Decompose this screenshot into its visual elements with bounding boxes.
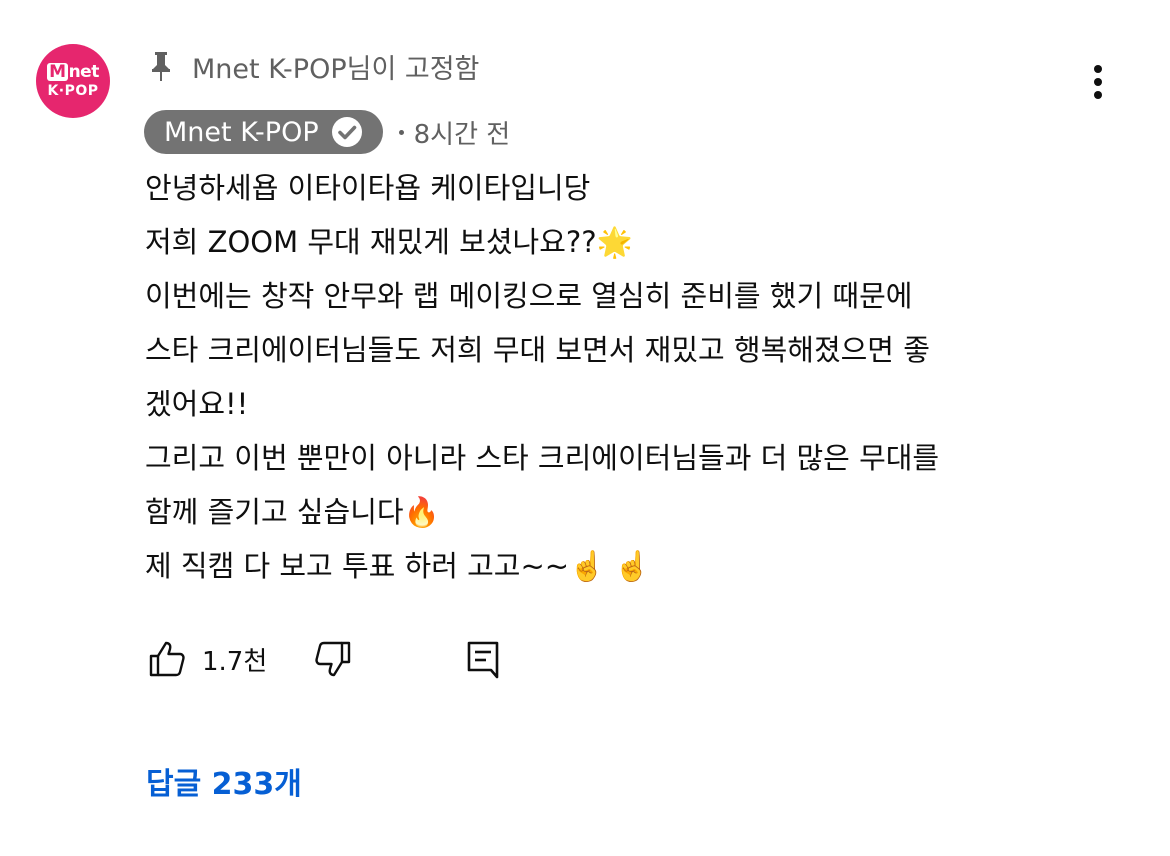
comment-line: 안녕하세욥 이타이타욥 케이타입니당	[145, 171, 591, 205]
author-name: Mnet K-POP	[164, 116, 319, 148]
avatar-logo-top: Mnet	[47, 63, 99, 81]
avatar-logo-bottom: K·POP	[47, 83, 99, 99]
avatar-logo-net: net	[68, 62, 100, 82]
more-options-button[interactable]	[1084, 62, 1112, 102]
channel-avatar[interactable]: Mnet K·POP	[36, 44, 110, 118]
avatar-logo-m: M	[47, 62, 68, 82]
verified-check-icon	[331, 117, 362, 147]
dislike-button[interactable]	[312, 638, 354, 680]
comment-line: 이번에는 창작 안무와 랩 메이킹으로 열심히 준비를 했기 때문에	[145, 279, 913, 313]
separator-dot	[398, 129, 404, 135]
comment-header: Mnet K-POP 8시간 전	[144, 109, 510, 155]
thumbs-down-icon	[315, 641, 351, 677]
more-vertical-icon	[1094, 65, 1102, 99]
like-count: 1.7천	[202, 646, 268, 677]
comment-actions: 1.7천	[146, 634, 504, 684]
comment-text: 안녕하세욥 이타이타욥 케이타입니당 저희 ZOOM 무대 재밌게 보셨나요??…	[145, 161, 1135, 593]
comment-line: 겠어요!!	[145, 387, 249, 421]
view-replies-button[interactable]: 답글 233개	[146, 758, 302, 804]
reply-button[interactable]	[462, 638, 504, 680]
pinned-indicator: Mnet K-POP님이 고정함	[148, 46, 479, 86]
pin-icon	[152, 52, 170, 81]
thumbs-up-icon	[149, 641, 185, 677]
comment-line: 스타 크리에이터님들도 저희 무대 보면서 재밌고 행복해졌으면 좋	[145, 333, 930, 367]
comment-line: 함께 즐기고 싶습니다🔥	[145, 495, 440, 529]
comment-line: 제 직캠 다 보고 투표 하러 고고~~☝️ ☝️	[145, 549, 651, 583]
comment-line: 그리고 이번 뿐만이 아니라 스타 크리에이터님들과 더 많은 무대를	[145, 441, 940, 475]
pinned-text: Mnet K-POP님이 고정함	[192, 53, 480, 85]
comment-timestamp[interactable]: 8시간 전	[414, 114, 511, 151]
like-button[interactable]	[146, 638, 188, 680]
author-chip[interactable]: Mnet K-POP	[144, 110, 383, 154]
comment-line: 저희 ZOOM 무대 재밌게 보셨나요??🌟	[145, 225, 633, 259]
reply-comment-icon	[467, 641, 499, 679]
